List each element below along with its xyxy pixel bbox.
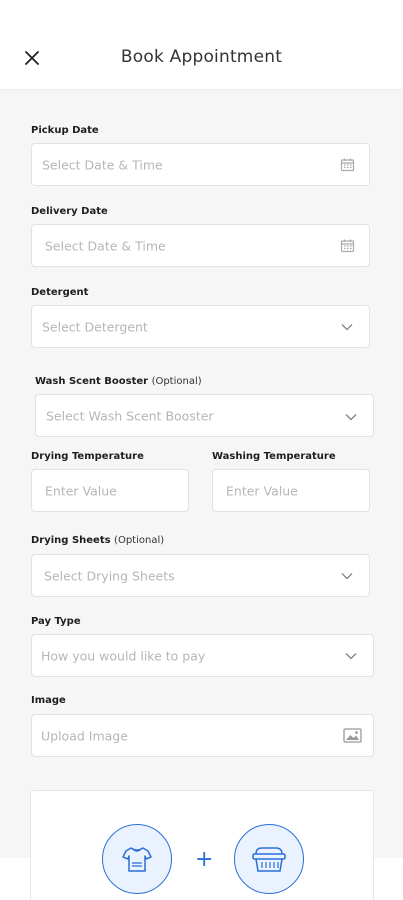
washing-temp-placeholder: Enter Value xyxy=(226,483,298,498)
delivery-date-label: Delivery Date xyxy=(31,206,108,217)
laundry-basket-icon xyxy=(252,847,286,872)
laundry-basket-button[interactable] xyxy=(234,824,304,894)
chevron-down-icon xyxy=(339,319,355,335)
shirt-icon xyxy=(122,847,152,872)
optional-tag: (Optional) xyxy=(151,376,202,387)
washing-temp-label: Washing Temperature xyxy=(212,451,336,462)
scent-booster-label-text: Wash Scent Booster xyxy=(35,376,149,387)
optional-tag: (Optional) xyxy=(114,535,165,546)
pickup-date-field[interactable]: Select Date & Time xyxy=(31,143,370,186)
service-selection-card: + xyxy=(30,790,374,900)
drying-sheets-label-text: Drying Sheets xyxy=(31,535,111,546)
chevron-down-icon xyxy=(343,648,359,664)
chevron-down-icon xyxy=(339,568,355,584)
scent-booster-select[interactable]: Select Wash Scent Booster xyxy=(35,394,374,437)
drying-sheets-placeholder: Select Drying Sheets xyxy=(44,568,175,583)
pay-type-label: Pay Type xyxy=(31,616,81,627)
page-title: Book Appointment xyxy=(120,47,283,67)
image-icon xyxy=(342,728,362,744)
drying-temp-placeholder: Enter Value xyxy=(45,483,117,498)
chevron-down-icon xyxy=(343,409,359,425)
delivery-date-field[interactable]: Select Date & Time xyxy=(31,224,370,267)
pay-type-placeholder: How you would like to pay xyxy=(41,648,206,663)
calendar-icon xyxy=(339,238,355,254)
detergent-select[interactable]: Select Detergent xyxy=(31,305,370,348)
wash-service-button[interactable] xyxy=(102,824,172,894)
pickup-date-label: Pickup Date xyxy=(31,125,99,136)
detergent-placeholder: Select Detergent xyxy=(42,319,148,334)
pickup-date-placeholder: Select Date & Time xyxy=(42,157,163,172)
delivery-date-placeholder: Select Date & Time xyxy=(45,238,166,253)
image-upload-placeholder: Upload Image xyxy=(41,728,128,743)
washing-temp-input[interactable]: Enter Value xyxy=(212,469,370,512)
scent-booster-label: Wash Scent Booster (Optional) xyxy=(35,376,202,387)
detergent-label: Detergent xyxy=(31,287,89,298)
drying-temp-input[interactable]: Enter Value xyxy=(31,469,189,512)
calendar-icon xyxy=(339,157,355,173)
drying-temp-label: Drying Temperature xyxy=(31,451,144,462)
image-label: Image xyxy=(31,695,66,706)
plus-sign: + xyxy=(195,847,214,872)
drying-sheets-label: Drying Sheets (Optional) xyxy=(31,535,164,546)
image-upload-field[interactable]: Upload Image xyxy=(31,714,374,757)
pay-type-select[interactable]: How you would like to pay xyxy=(31,634,374,677)
app-header: Book Appointment xyxy=(0,0,403,90)
scent-booster-placeholder: Select Wash Scent Booster xyxy=(46,408,214,423)
drying-sheets-select[interactable]: Select Drying Sheets xyxy=(31,554,370,597)
